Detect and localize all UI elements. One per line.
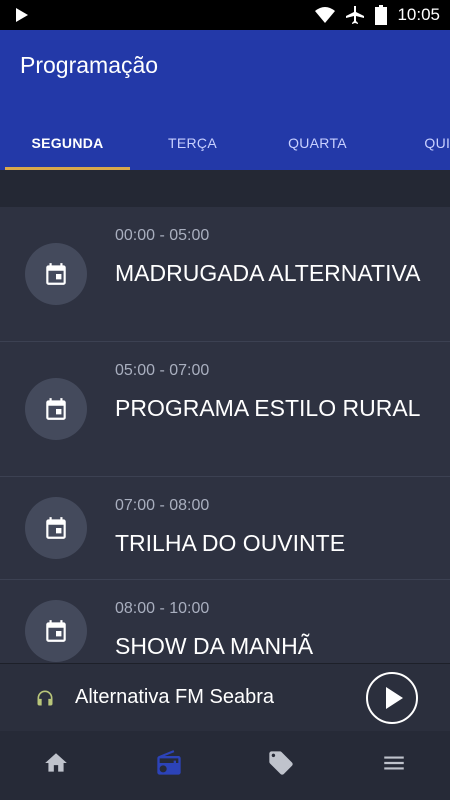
radio-icon [155, 749, 183, 782]
tab-quarta[interactable]: QUARTA [255, 114, 380, 170]
wifi-icon [315, 7, 336, 23]
tab-segunda[interactable]: SEGUNDA [5, 114, 130, 170]
page-title: Programação [20, 52, 159, 78]
airplane-mode-icon [345, 5, 365, 25]
calendar-icon [25, 243, 87, 305]
program-time: 00:00 - 05:00 [115, 227, 210, 244]
tab-quinta[interactable]: QUIN [380, 114, 450, 170]
battery-icon [375, 5, 388, 25]
tag-icon [267, 749, 295, 782]
program-name: SHOW DA MANHÃ [115, 633, 314, 659]
headphones-icon [35, 688, 55, 708]
app-bar: Programação SEGUNDA TERÇA QUARTA QUIN [0, 30, 450, 170]
nav-home[interactable] [0, 731, 113, 800]
program-time: 07:00 - 08:00 [115, 497, 210, 514]
home-icon [43, 750, 69, 781]
calendar-icon [25, 600, 87, 662]
list-item[interactable]: 05:00 - 07:00 PROGRAMA ESTILO RURAL [0, 342, 450, 477]
bottom-navigation [0, 731, 450, 800]
play-icon [386, 687, 403, 709]
schedule-list[interactable]: 00:00 - 05:00 MADRUGADA ALTERNATIVA 05:0… [0, 207, 450, 663]
program-name: TRILHA DO OUVINTE [115, 530, 346, 556]
station-name: Alternativa FM Seabra [75, 686, 274, 708]
program-name: MADRUGADA ALTERNATIVA [115, 260, 421, 286]
nav-tags[interactable] [225, 731, 338, 800]
program-time: 05:00 - 07:00 [115, 362, 210, 379]
day-tabs: SEGUNDA TERÇA QUARTA QUIN [0, 114, 450, 170]
status-bar: 10:05 [0, 0, 450, 30]
list-header-spacer [0, 170, 450, 207]
menu-icon [381, 750, 407, 781]
calendar-icon [25, 378, 87, 440]
calendar-icon [25, 497, 87, 559]
media-playing-icon [16, 8, 28, 22]
nav-radio[interactable] [113, 731, 226, 800]
list-item[interactable]: 08:00 - 10:00 SHOW DA MANHÃ [0, 580, 450, 663]
program-time: 08:00 - 10:00 [115, 600, 210, 617]
mini-player[interactable]: Alternativa FM Seabra [0, 663, 450, 731]
program-name: PROGRAMA ESTILO RURAL [115, 395, 421, 421]
tab-terca[interactable]: TERÇA [130, 114, 255, 170]
clock: 10:05 [397, 5, 440, 24]
nav-menu[interactable] [338, 731, 450, 800]
list-item[interactable]: 07:00 - 08:00 TRILHA DO OUVINTE [0, 477, 450, 580]
play-button[interactable] [366, 672, 418, 724]
list-item[interactable]: 00:00 - 05:00 MADRUGADA ALTERNATIVA [0, 207, 450, 342]
